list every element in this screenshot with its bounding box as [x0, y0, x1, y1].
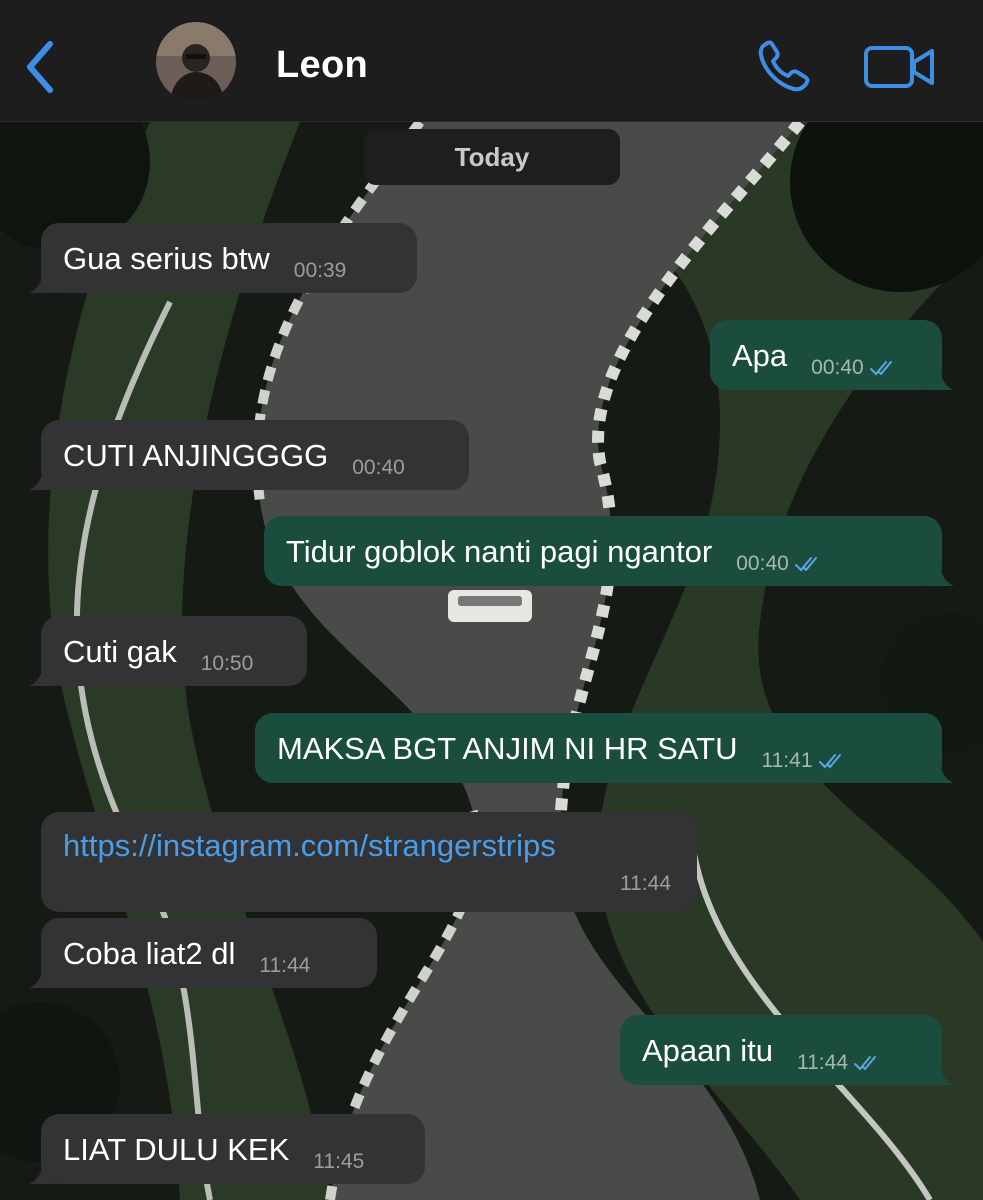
message-text: Coba liat2 dl — [63, 935, 236, 971]
bubble-tail — [29, 466, 55, 490]
message-time: 11:41 — [761, 749, 813, 772]
message-incoming-link[interactable]: https://instagram.com/strangerstrips 11:… — [41, 812, 697, 912]
message-time: 10:50 — [200, 652, 254, 675]
message-time: 11:44 — [620, 872, 671, 895]
avatar[interactable] — [156, 22, 236, 102]
video-camera-icon — [864, 46, 934, 88]
message-time: 11:44 — [259, 954, 311, 977]
message-text: Apa — [732, 337, 788, 373]
message-time: 00:40 — [352, 456, 405, 479]
voice-call-button[interactable] — [754, 38, 814, 96]
message-text: Cuti gak — [63, 633, 177, 669]
message-text: Apaan itu — [642, 1032, 773, 1068]
message-outgoing[interactable]: Tidur goblok nanti pagi ngantor 00:40 — [264, 516, 954, 586]
bubble-tail — [928, 1061, 954, 1085]
double-check-icon — [854, 1056, 876, 1071]
chat-header: Leon — [0, 0, 983, 122]
message-time-status: 00:40 — [736, 552, 825, 576]
bubble-tail — [928, 562, 954, 586]
message-text: MAKSA BGT ANJIM NI HR SATU — [277, 730, 738, 766]
bubble-tail — [29, 1160, 55, 1184]
message-incoming[interactable]: LIAT DULU KEK 11:45 — [29, 1114, 425, 1184]
message-incoming[interactable]: Gua serius btw 00:39 — [29, 223, 417, 293]
message-time: 11:45 — [313, 1150, 365, 1173]
message-incoming[interactable]: CUTI ANJINGGGG 00:40 — [29, 420, 469, 490]
message-outgoing[interactable]: Apaan itu 11:44 — [620, 1015, 954, 1085]
double-check-icon — [869, 361, 892, 376]
message-outgoing[interactable]: MAKSA BGT ANJIM NI HR SATU 11:41 — [255, 713, 954, 783]
message-time: 00:40 — [811, 356, 864, 379]
double-check-icon — [794, 557, 817, 572]
message-time: 00:40 — [736, 552, 789, 575]
date-separator: Today — [364, 129, 620, 185]
bubble-tail — [928, 759, 954, 783]
bubble-tail — [29, 964, 55, 988]
back-button[interactable] — [22, 38, 62, 96]
message-text: CUTI ANJINGGGG — [63, 437, 329, 473]
message-text: LIAT DULU KEK — [63, 1131, 290, 1167]
message-link[interactable]: https://instagram.com/strangerstrips — [63, 828, 675, 864]
chevron-left-icon — [27, 41, 53, 93]
double-check-icon — [818, 754, 841, 769]
phone-icon — [758, 40, 810, 92]
message-time-status: 11:41 — [762, 749, 849, 773]
contact-name[interactable]: Leon — [276, 44, 368, 87]
bubble-tail — [29, 269, 55, 293]
message-time: 11:44 — [797, 1051, 848, 1074]
message-time-status: 00:40 — [811, 356, 900, 380]
message-incoming[interactable]: Coba liat2 dl 11:44 — [29, 918, 377, 988]
message-text: Tidur goblok nanti pagi ngantor — [286, 533, 713, 569]
message-text: Gua serius btw — [63, 240, 270, 276]
message-outgoing[interactable]: Apa 00:40 — [710, 320, 954, 390]
message-incoming[interactable]: Cuti gak 10:50 — [29, 616, 307, 686]
video-call-button[interactable] — [862, 42, 936, 92]
message-time: 00:39 — [293, 259, 347, 282]
bubble-tail — [928, 366, 954, 390]
message-time-status: 11:44 — [797, 1051, 884, 1075]
bubble-tail — [29, 662, 55, 686]
